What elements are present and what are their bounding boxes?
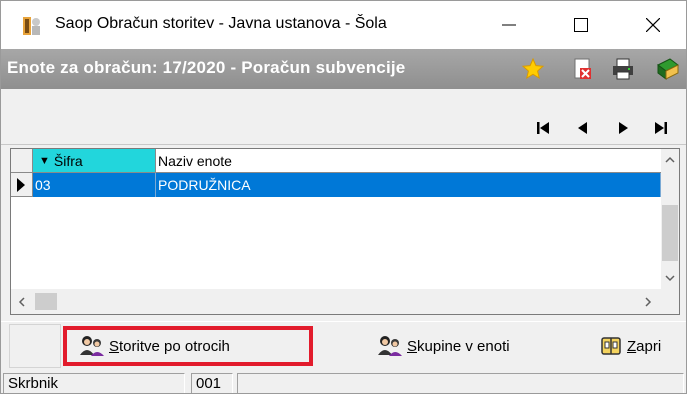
groups-icon — [378, 336, 402, 356]
scroll-up-icon[interactable] — [664, 155, 676, 165]
units-grid[interactable]: ▼ Šifra Naziv enote 03 PODRUŽNICA — [10, 148, 680, 315]
storitve-po-otrocih-button[interactable]: Storitve po otrocih — [63, 326, 313, 366]
horizontal-scrollbar[interactable] — [11, 289, 661, 314]
close-icon — [646, 18, 660, 32]
app-icon — [23, 17, 40, 35]
first-record-icon[interactable] — [531, 117, 555, 139]
status-message — [237, 373, 684, 393]
title-bar[interactable]: Saop Obračun storitev - Javna ustanova -… — [1, 1, 686, 49]
app-window: Saop Obračun storitev - Javna ustanova -… — [0, 0, 687, 394]
vertical-scroll-thumb[interactable] — [662, 205, 678, 261]
vertical-scrollbar[interactable] — [661, 149, 679, 289]
printer-icon[interactable] — [611, 57, 635, 81]
zapri-button-label: Zapri — [627, 337, 662, 355]
status-code: 001 — [191, 373, 233, 393]
scroll-right-icon[interactable] — [643, 296, 653, 308]
row-indicator — [11, 173, 33, 197]
close-button[interactable] — [625, 1, 681, 49]
maximize-icon — [574, 18, 588, 32]
cell-sifra[interactable]: 03 — [33, 173, 156, 197]
delete-document-icon[interactable] — [571, 57, 595, 81]
column-header-label: Naziv enote — [158, 152, 232, 169]
horizontal-scroll-thumb[interactable] — [35, 293, 57, 310]
form-caption-bar: Enote za obračun: 17/2020 - Poračun subv… — [1, 49, 686, 89]
column-header-label: Šifra — [53, 152, 83, 169]
grid-header: ▼ Šifra Naziv enote — [11, 149, 661, 173]
scroll-down-icon[interactable] — [664, 273, 676, 283]
next-record-icon[interactable] — [611, 117, 635, 139]
prior-record-icon[interactable] — [571, 117, 595, 139]
header-indicator-cell — [11, 149, 33, 173]
minimize-icon — [502, 24, 516, 26]
close-book-icon — [601, 337, 621, 355]
zapri-button[interactable]: Zapri — [599, 330, 661, 362]
scroll-corner — [661, 289, 679, 314]
current-row-arrow-icon — [17, 178, 25, 192]
sort-descending-icon: ▼ — [39, 154, 50, 167]
skupine-button-label: Skupine v enoti — [407, 337, 510, 355]
status-user: Skrbnik — [3, 373, 185, 393]
window-title: Saop Obračun storitev - Javna ustanova -… — [55, 15, 387, 32]
star-icon[interactable] — [521, 57, 545, 81]
table-row[interactable]: 03 PODRUŽNICA — [11, 173, 661, 197]
column-header-sifra[interactable]: ▼ Šifra — [33, 149, 156, 173]
status-bar: Skrbnik 001 — [1, 371, 686, 393]
navigator-toolbar — [1, 89, 686, 145]
cell-naziv[interactable]: PODRUŽNICA — [156, 173, 661, 197]
maximize-button[interactable] — [553, 1, 609, 49]
book-icon[interactable] — [656, 57, 680, 81]
scroll-left-icon[interactable] — [17, 296, 27, 308]
column-header-naziv[interactable]: Naziv enote — [156, 149, 661, 173]
skupine-v-enoti-button[interactable]: Skupine v enoti — [377, 330, 510, 362]
children-services-icon — [80, 336, 104, 356]
minimize-button[interactable] — [481, 1, 537, 49]
last-record-icon[interactable] — [649, 117, 673, 139]
storitve-button-label: Storitve po otrocih — [109, 337, 230, 355]
button-bar: Storitve po otrocih Skupine v enoti Zapr… — [1, 321, 686, 369]
blank-button[interactable] — [9, 324, 61, 368]
form-caption: Enote za obračun: 17/2020 - Poračun subv… — [7, 58, 406, 77]
